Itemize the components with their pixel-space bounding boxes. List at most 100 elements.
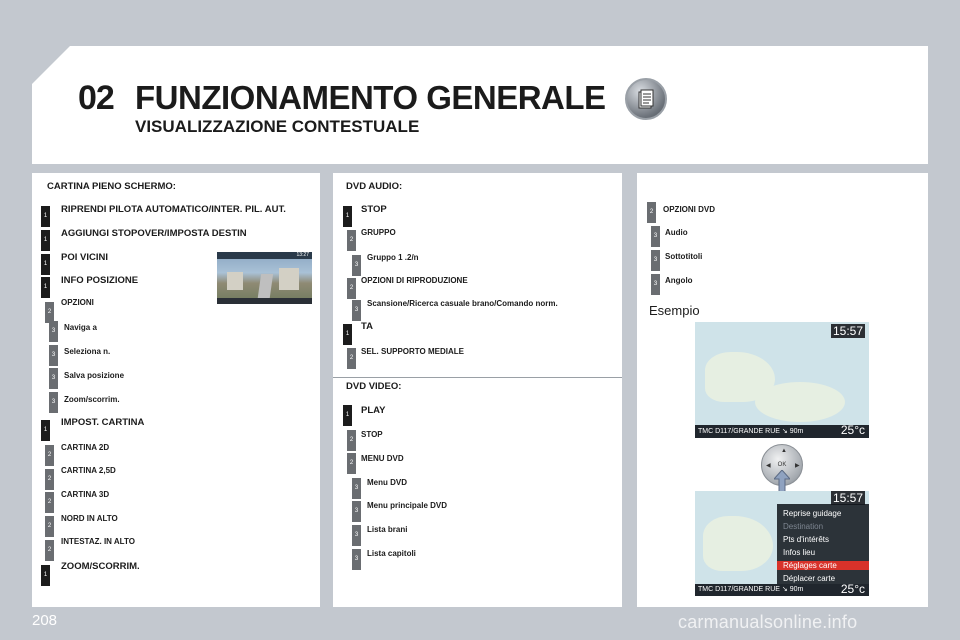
- menu-item: Gruppo 1 .2/n: [367, 253, 419, 262]
- building: [227, 272, 243, 290]
- context-menu-item: Reprise guidage: [783, 509, 842, 518]
- level-badge: 3: [651, 226, 660, 247]
- level-badge: 2: [347, 348, 356, 369]
- level-badge: 3: [49, 345, 58, 366]
- menu-item: GRUPPO: [361, 228, 396, 237]
- context-menu-item: Déplacer carte: [783, 574, 836, 583]
- level-badge: 1: [343, 206, 352, 227]
- nav-bottom-bar: [217, 298, 312, 304]
- dvd-video-heading: DVD VIDEO:: [346, 381, 402, 392]
- level-badge: 1: [41, 230, 50, 251]
- dvd-audio-heading: DVD AUDIO:: [346, 181, 403, 192]
- level-badge: 2: [347, 453, 356, 474]
- level-badge: 1: [343, 324, 352, 345]
- menu-item: SEL. SUPPORTO MEDIALE: [361, 347, 464, 356]
- menu-item: PLAY: [361, 405, 386, 416]
- menu-item: CARTINA 2D: [61, 443, 110, 452]
- level-badge: 2: [45, 516, 54, 537]
- menu-item: STOP: [361, 204, 387, 215]
- chapter-number: 02: [78, 79, 115, 117]
- menu-item: IMPOST. CARTINA: [61, 417, 145, 428]
- menu-item: STOP: [361, 430, 383, 439]
- level-badge: 2: [347, 278, 356, 299]
- menu-item: CARTINA 3D: [61, 490, 110, 499]
- context-menu-item-selected: Réglages carte: [777, 561, 869, 570]
- map-menu-screenshot: 15:57 Reprise guidage Destination Pts d'…: [695, 491, 869, 596]
- level-badge: 3: [49, 368, 58, 389]
- level-badge: 2: [647, 202, 656, 223]
- level-badge: 3: [352, 478, 361, 499]
- level-badge: 1: [343, 405, 352, 426]
- watermark: carmanualsonline.info: [678, 612, 858, 632]
- menu-item: Menu DVD: [367, 478, 407, 487]
- map-temperature: 25°c: [840, 582, 865, 596]
- menu-item: Audio: [665, 228, 688, 237]
- cartina-heading: CARTINA PIENO SCHERMO:: [47, 181, 176, 192]
- level-badge: 3: [352, 255, 361, 276]
- document-icon: [625, 78, 667, 120]
- map-screenshot: 15:57 TMC D117/GRANDE RUE ↘ 90m 25°c: [695, 322, 869, 438]
- level-badge: 1: [41, 254, 50, 275]
- menu-item: Angolo: [665, 276, 693, 285]
- menu-item: Naviga a: [64, 323, 97, 332]
- level-badge: 2: [45, 445, 54, 466]
- level-badge: 2: [45, 492, 54, 513]
- map-temperature: 25°c: [840, 423, 865, 437]
- level-badge: 3: [352, 300, 361, 321]
- level-badge: 3: [651, 250, 660, 271]
- menu-item: OPZIONI DVD: [663, 205, 716, 214]
- level-badge: 1: [41, 277, 50, 298]
- arrow-right-icon: ▶: [795, 463, 800, 469]
- menu-item: RIPRENDI PILOTA AUTOMATICO/INTER. PIL. A…: [61, 204, 286, 215]
- map-context-menu: Reprise guidage Destination Pts d'intérê…: [777, 504, 869, 584]
- context-menu-item: Pts d'intérêts: [783, 535, 829, 544]
- menu-item: Salva posizione: [64, 371, 125, 380]
- arrow-up-icon: ▲: [781, 448, 787, 454]
- menu-item: ZOOM/SCORRIM.: [61, 561, 140, 572]
- level-badge: 3: [352, 501, 361, 522]
- menu-item: Lista capitoli: [367, 549, 416, 558]
- panel-divider: [333, 377, 622, 378]
- level-badge: 2: [45, 302, 54, 323]
- level-badge: 3: [352, 525, 361, 546]
- chapter-title: FUNZIONAMENTO GENERALE: [135, 79, 606, 116]
- map-clock: 15:57: [830, 491, 865, 505]
- map-land: [755, 382, 845, 422]
- level-badge: 2: [347, 430, 356, 451]
- press-arrow-icon: [774, 470, 790, 492]
- level-badge: 1: [41, 565, 50, 586]
- menu-item: OPZIONI: [61, 298, 94, 307]
- page-number: 208: [32, 612, 58, 629]
- menu-item: MENU DVD: [361, 454, 404, 463]
- level-badge: 3: [49, 321, 58, 342]
- level-badge: 1: [41, 206, 50, 227]
- level-badge: 3: [49, 392, 58, 413]
- context-menu-item: Destination: [783, 522, 824, 531]
- menu-item: Seleziona n.: [64, 347, 111, 356]
- map-clock: 15:57: [830, 324, 865, 338]
- level-badge: 3: [651, 274, 660, 295]
- menu-item: POI VICINI: [61, 252, 108, 263]
- context-menu-item: Infos lieu: [783, 548, 816, 557]
- map-land: [703, 516, 773, 571]
- level-badge: 3: [352, 549, 361, 570]
- level-badge: 2: [45, 469, 54, 490]
- menu-item: INTESTAZ. IN ALTO: [61, 537, 135, 546]
- level-badge: 2: [347, 230, 356, 251]
- menu-item: NORD IN ALTO: [61, 514, 118, 523]
- menu-item: Menu principale DVD: [367, 501, 448, 510]
- building: [279, 268, 299, 290]
- nav-time: 13:27: [296, 252, 309, 258]
- menu-item: OPZIONI DI RIPRODUZIONE: [361, 276, 468, 285]
- arrow-left-icon: ◀: [766, 463, 771, 469]
- navigation-screenshot: 13:27: [217, 252, 312, 304]
- menu-item: CARTINA 2,5D: [61, 466, 116, 475]
- example-label: Esempio: [649, 303, 700, 318]
- menu-item: INFO POSIZIONE: [61, 275, 139, 286]
- menu-item: Sottotitoli: [665, 252, 703, 261]
- menu-item: Lista brani: [367, 525, 408, 534]
- menu-item: Zoom/scorrim.: [64, 395, 120, 404]
- menu-item: AGGIUNGI STOPOVER/IMPOSTA DESTIN: [61, 228, 247, 239]
- level-badge: 2: [45, 540, 54, 561]
- level-badge: 1: [41, 420, 50, 441]
